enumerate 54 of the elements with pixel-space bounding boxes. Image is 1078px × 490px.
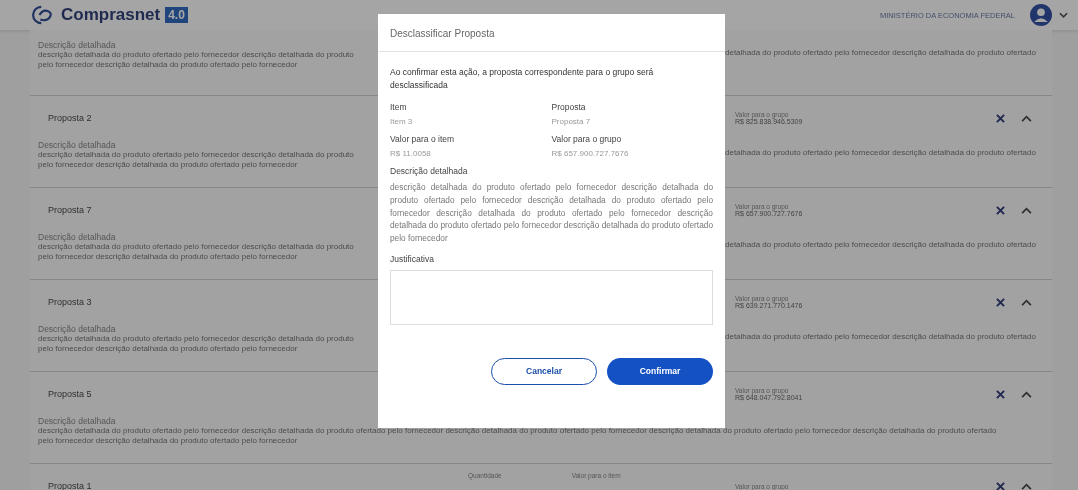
cancel-button[interactable]: Cancelar xyxy=(491,358,597,385)
field-label: Valor para o item xyxy=(390,134,456,144)
description-text: descrição detalhada do produto ofertado pelo fornecedor descrição detalhada do produto xyxy=(38,150,354,160)
chevron-up-icon[interactable] xyxy=(1021,206,1032,214)
description-text: pelo fornecedor descrição detalhada do produto ofertado pelo fornecedor xyxy=(38,60,298,70)
field-label: Item xyxy=(390,102,408,112)
logo-text: Comprasnet xyxy=(61,5,161,25)
chevron-up-icon[interactable] xyxy=(1021,114,1032,122)
version-badge: 4.0 xyxy=(165,7,188,23)
user-avatar-icon[interactable] xyxy=(1030,4,1052,26)
field-label: Valor para o grupo xyxy=(551,134,623,144)
description-text: descrição detalhada do produto ofertado pelo fornecedor descrição detalhada do produto xyxy=(38,50,354,60)
field-value: R$ 657.900.727.7676 xyxy=(551,149,630,158)
close-icon[interactable] xyxy=(996,113,1005,123)
field-label: Justificativa xyxy=(390,254,435,264)
description-text: pelo fornecedor descrição detalhada do produto ofertado pelo fornecedor xyxy=(38,160,298,170)
description-text: detalhada do produto ofertado pelo fornecedor descrição detalhada do produto ofertado xyxy=(725,240,1037,250)
confirm-button[interactable]: Confirmar xyxy=(607,358,713,385)
description-text: detalhada do produto ofertado pelo fornecedor descrição detalhada do produto ofertado xyxy=(725,148,1037,158)
chevron-up-icon[interactable] xyxy=(1021,390,1032,398)
field-label: Proposta xyxy=(551,102,587,112)
description-label: Descrição detalhada xyxy=(38,416,116,426)
description-text: descrição detalhada do produto ofertado pelo fornecedor descrição detalhada do produto xyxy=(38,334,354,344)
close-icon[interactable] xyxy=(996,205,1005,215)
description-label: Descrição detalhada xyxy=(38,324,116,334)
chevron-up-icon[interactable] xyxy=(1021,298,1032,306)
close-icon[interactable] xyxy=(996,481,1005,490)
proposal-title: Proposta 5 xyxy=(47,389,93,399)
chevron-down-icon[interactable] xyxy=(1059,12,1068,18)
description-label: Descrição detalhada xyxy=(38,140,116,150)
description-text: detalhada do produto ofertado pelo fornecedor descrição detalhada do produto ofertado xyxy=(725,332,1037,342)
description-text: descrição detalhada do produto ofertado pelo fornecedor descrição detalhada do produto xyxy=(38,242,354,252)
description-label: Descrição detalhada xyxy=(38,40,116,50)
field-value: Item 3 xyxy=(390,117,414,126)
description-label: Descrição detalhada xyxy=(38,232,116,242)
chevron-up-icon[interactable] xyxy=(1021,482,1032,490)
proposal-title: Proposta 2 xyxy=(47,113,93,123)
justification-field[interactable] xyxy=(390,270,713,325)
proposal-title: Proposta 1 xyxy=(47,481,93,490)
description-text: pelo fornecedor descrição detalhada do produto ofertado pelo fornecedor xyxy=(38,436,298,446)
description-text: pelo fornecedor descrição detalhada do produto ofertado pelo fornecedor xyxy=(38,344,298,354)
field-value: R$ 11.0058 xyxy=(390,149,432,158)
close-icon[interactable] xyxy=(996,389,1005,399)
modal-title: Desclassificar Proposta xyxy=(378,14,725,52)
field-value: Proposta 7 xyxy=(551,117,592,126)
confirmation-message: Ao confirmar esta ação, a proposta correspondente para o grupo será desclassificada xyxy=(390,66,655,92)
proposal-title: Proposta 3 xyxy=(47,297,93,307)
description-text: detalhada do produto ofertado pelo fornecedor descrição detalhada do produto ofertado xyxy=(725,48,1037,58)
proposal-title: Proposta 7 xyxy=(47,205,93,215)
description-text: pelo fornecedor descrição detalhada do produto ofertado pelo fornecedor xyxy=(38,252,298,262)
close-icon[interactable] xyxy=(996,297,1005,307)
description-text: descrição detalhada do produto ofertado pelo fornecedor descrição detalhada do produto ofertado pelo fornecedor descrição detalhada do produto ofertado pelo fornecedor descrição detalhada do produto ofertado pelo fornecedor descrição detalhada do produto ofertado pelo fornecedor descrição detalhada do produto ofertado pelo fornecedor xyxy=(390,181,713,245)
description-text: descrição detalhada do produto ofertado pelo fornecedor descrição detalhada do produto ofertado pelo fornecedor descrição detalhada do produto ofertado pelo fornecedor descrição detalhada do produto ofertado pelo fornecedor descrição detalhada do produto ofertado xyxy=(38,426,997,436)
description-label: Descrição detalhada xyxy=(390,166,469,176)
